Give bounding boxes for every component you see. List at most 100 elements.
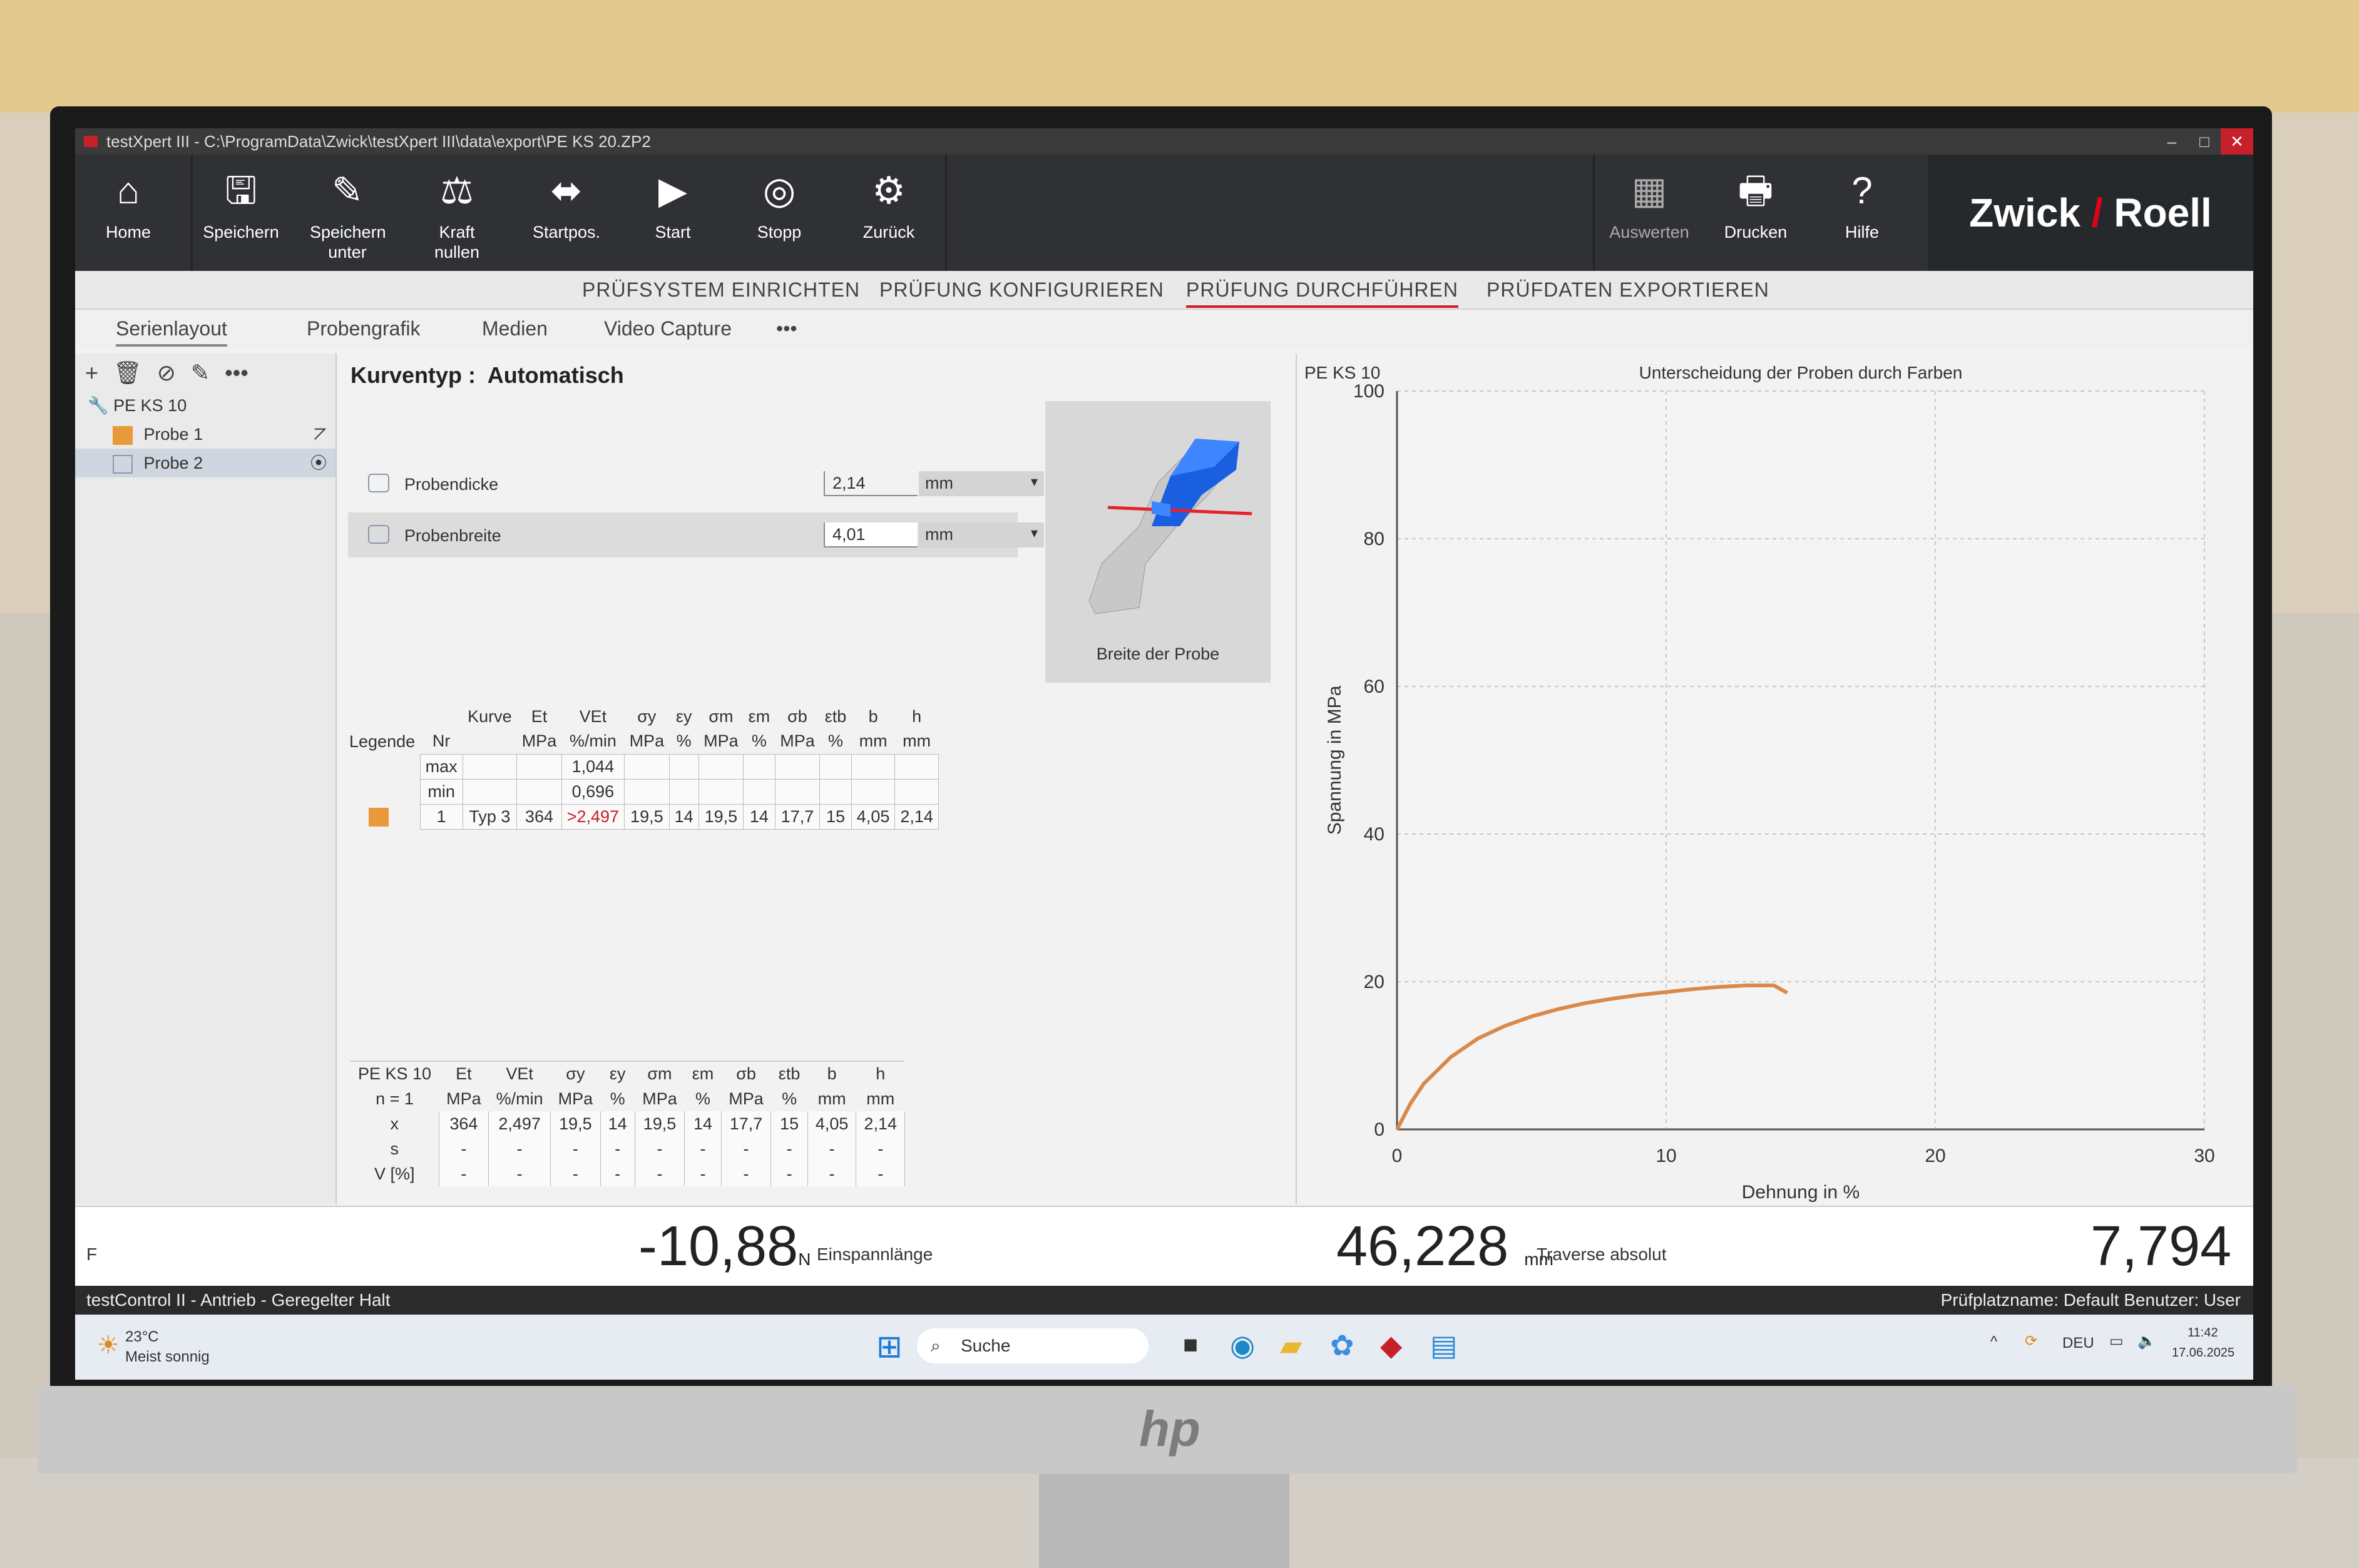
evaluate-button[interactable]: ▦ Auswerten — [1602, 155, 1696, 271]
x-tick-label: 20 — [1925, 1146, 1945, 1166]
start-position-icon: ⬌ — [550, 170, 583, 211]
tab-specimen-graphic[interactable]: Probengrafik — [307, 317, 420, 340]
home-icon: ⌂ — [116, 170, 140, 211]
y-tick-label: 60 — [1364, 676, 1384, 697]
tree-toolbar: + 🗑 ⊘ ✎ ••• — [75, 354, 335, 391]
tab-video-capture[interactable]: Video Capture — [604, 317, 732, 340]
tab-media[interactable]: Medien — [482, 317, 548, 340]
table-row: x 364 2,497 19,5 14 19,5 14 17,7 15 4,05… — [351, 1111, 905, 1136]
thickness-input[interactable]: 2,14 — [824, 471, 918, 496]
workflow-tabs: PRÜFSYSTEM EINRICHTEN PRÜFUNG KONFIGURIE… — [75, 271, 2253, 310]
specimen-tree-panel: + 🗑 ⊘ ✎ ••• 🔧 PE KS 10 Probe 1 ⦢ Probe 2… — [75, 354, 337, 1204]
crosshead-label: Traverse absolut — [1537, 1245, 1667, 1264]
sync-icon[interactable]: ⟳ — [2025, 1332, 2037, 1350]
start-position-button[interactable]: ⬌ Startpos. — [523, 155, 610, 271]
clock-date[interactable]: 17.06.2025 — [2172, 1346, 2234, 1360]
width-unit-select[interactable]: mm — [919, 522, 1044, 547]
tree-item-probe-1[interactable]: Probe 1 ⦢ — [75, 420, 335, 449]
width-row: Probenbreite 4,01 mm — [348, 512, 1044, 557]
tab-configure[interactable]: PRÜFUNG KONFIGURIEREN — [879, 278, 1164, 302]
brand-logo: Zwick / Roell — [1928, 155, 2253, 271]
curve-icon: ⦢ — [314, 425, 327, 444]
maximize-button[interactable]: □ — [2188, 128, 2221, 155]
save-button[interactable]: 🖫 Speichern — [200, 155, 282, 271]
brand-slash-icon: / — [2091, 190, 2103, 235]
delete-icon[interactable]: 🗑 — [113, 360, 142, 385]
tab-series-layout[interactable]: Serienlayout — [116, 317, 227, 347]
back-button[interactable]: ⚙ Zurück — [845, 155, 933, 271]
help-button[interactable]: ? Hilfe — [1818, 155, 1906, 271]
disable-icon[interactable]: ⊘ — [157, 360, 176, 385]
tree-item-probe-2[interactable]: Probe 2 ⦿ — [75, 449, 335, 477]
force-value: -10,88N — [638, 1215, 811, 1278]
edit-icon[interactable]: ✎ — [191, 360, 210, 385]
window-titlebar: testXpert III - C:\ProgramData\Zwick\tes… — [75, 128, 2253, 155]
printer-icon: 🖶 — [1737, 170, 1774, 211]
search-icon: ⌕ — [931, 1336, 941, 1355]
return-gear-icon: ⚙ — [872, 170, 906, 211]
help-icon: ? — [1851, 170, 1873, 211]
task-view-icon[interactable]: ■ — [1183, 1331, 1198, 1359]
tab-export[interactable]: PRÜFDATEN EXPORTIEREN — [1487, 278, 1769, 302]
more-icon[interactable]: ••• — [225, 360, 248, 385]
chevron-up-icon[interactable]: ^ — [1990, 1333, 1997, 1351]
x-tick-label: 30 — [2194, 1146, 2214, 1166]
minimize-button[interactable]: – — [2156, 128, 2188, 155]
testxpert-icon[interactable]: ◆ — [1380, 1328, 1402, 1362]
specimen-untested-icon — [113, 454, 133, 474]
save-as-button[interactable]: ✎ Speichern unter — [300, 155, 394, 271]
x-tick-label: 0 — [1392, 1146, 1403, 1166]
window-title: testXpert III - C:\ProgramData\Zwick\tes… — [106, 132, 651, 151]
table-row: s ---------- — [351, 1136, 905, 1161]
edge-browser-icon[interactable]: ◉ — [1230, 1328, 1255, 1362]
thickness-unit-select[interactable]: mm — [919, 471, 1044, 496]
y-tick-label: 20 — [1364, 972, 1384, 992]
windows-taskbar: ☀ 23°C Meist sonnig ⊞ ⌕ Suche ■ ◉ ▰ ✿ ◆ … — [75, 1315, 2253, 1380]
start-button[interactable]: ▶ Start — [632, 155, 714, 271]
tab-run-test[interactable]: PRÜFUNG DURCHFÜHREN — [1186, 278, 1458, 308]
control-status-bar: testControl II - Antrieb - Geregelter Ha… — [75, 1286, 2253, 1315]
force-zero-button[interactable]: ⚖ Kraft nullen — [416, 155, 498, 271]
weather-desc: Meist sonnig — [125, 1348, 210, 1365]
clock-time[interactable]: 11:42 — [2188, 1326, 2218, 1340]
y-tick-label: 80 — [1364, 529, 1384, 549]
file-explorer-icon[interactable]: ▰ — [1280, 1328, 1302, 1362]
clamp-length-label: Einspannlänge — [817, 1245, 933, 1264]
windows-start-icon[interactable]: ⊞ — [876, 1328, 903, 1365]
active-icon: ⦿ — [310, 454, 327, 472]
toolbar-divider — [945, 155, 947, 271]
parameter-panel: Kurventyp : Automatisch Probendicke 2,14… — [338, 354, 1283, 1204]
save-icon: 🖫 — [225, 170, 257, 211]
plot-area — [1397, 391, 2204, 1129]
specimen-tested-icon — [113, 425, 133, 445]
specimen-3d-icon — [1088, 439, 1252, 614]
add-icon[interactable]: + — [85, 360, 98, 385]
tree-root[interactable]: 🔧 PE KS 10 — [75, 391, 335, 420]
scale-icon: ⚖ — [440, 170, 474, 211]
network-icon[interactable]: ▭ — [2109, 1332, 2124, 1350]
width-input[interactable]: 4,01 — [824, 522, 918, 547]
tab-system-setup[interactable]: PRÜFSYSTEM EINRICHTEN — [582, 278, 860, 302]
save-as-icon: ✎ — [331, 170, 364, 211]
stop-icon: ◎ — [762, 170, 796, 211]
specimen-image: Breite der Probe — [1045, 401, 1271, 683]
print-button[interactable]: 🖶 Drucken — [1712, 155, 1799, 271]
more-tabs-button[interactable]: ••• — [776, 317, 797, 340]
thickness-row: Probendicke 2,14 mm — [348, 461, 1044, 506]
home-button[interactable]: ⌂ Home — [88, 155, 169, 271]
weather-temp: 23°C — [125, 1328, 159, 1345]
table-row[interactable]: 1 Typ 3 364 >2,497 19,5 14 19,5 14 17,7 … — [344, 803, 939, 830]
notepad-icon[interactable]: ▤ — [1430, 1328, 1457, 1362]
force-label: F — [86, 1245, 98, 1264]
legend-cube-icon — [369, 807, 389, 827]
table-row: V [%] ---------- — [351, 1161, 905, 1186]
volume-icon[interactable]: 🔈 — [2137, 1332, 2156, 1350]
y-axis-label: Spannung in MPa — [1324, 685, 1345, 835]
app-icon[interactable]: ✿ — [1330, 1328, 1354, 1362]
taskbar-search[interactable]: ⌕ Suche — [917, 1328, 1149, 1363]
play-icon: ▶ — [658, 170, 688, 211]
language-indicator[interactable]: DEU — [2062, 1335, 2094, 1352]
close-button[interactable]: ✕ — [2221, 128, 2253, 155]
parameter-icon — [368, 474, 389, 492]
stop-button[interactable]: ◎ Stopp — [739, 155, 820, 271]
